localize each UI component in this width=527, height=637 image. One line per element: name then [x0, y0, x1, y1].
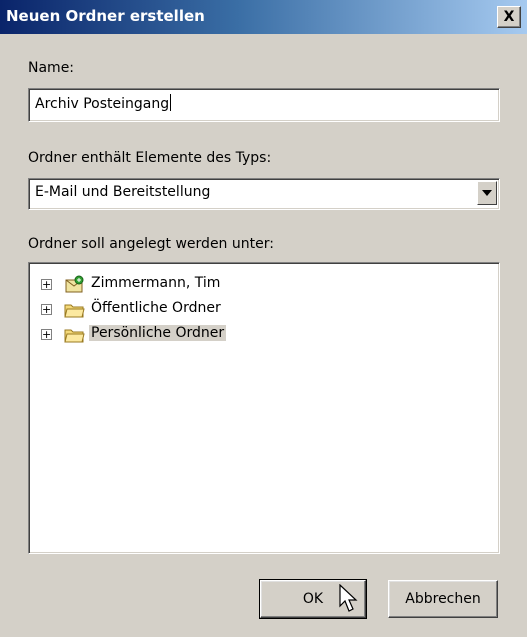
name-input[interactable]: Archiv Posteingang [28, 88, 500, 122]
expand-icon[interactable]: + [41, 279, 52, 290]
title-bar: Neuen Ordner erstellen X [0, 0, 527, 34]
name-input-value: Archiv Posteingang [35, 96, 170, 112]
mailbox-icon [65, 275, 84, 293]
tree-item-label: Öffentliche Ordner [91, 300, 221, 316]
close-button[interactable]: X [497, 6, 521, 28]
type-dropdown[interactable]: E-Mail und Bereitstellung [28, 178, 500, 210]
mouse-pointer-icon [339, 584, 358, 612]
tree-item-label: Zimmermann, Tim [91, 275, 221, 291]
name-label: Name: [28, 60, 75, 76]
type-label: Ordner enthält Elemente des Typs: [28, 150, 272, 166]
dialog-title: Neuen Ordner erstellen [6, 7, 205, 25]
folder-icon [64, 304, 85, 318]
expand-icon[interactable]: + [41, 304, 52, 315]
dropdown-arrow-button[interactable] [477, 181, 497, 205]
tree-item-label: Persönliche Ordner [89, 325, 227, 341]
folder-tree[interactable]: + Zimmermann, Tim + Öffentliche Ordner +… [28, 262, 500, 554]
cancel-button[interactable]: Abbrechen [388, 580, 498, 618]
type-dropdown-value: E-Mail und Bereitstellung [35, 184, 211, 200]
expand-icon[interactable]: + [41, 329, 52, 340]
location-label: Ordner soll angelegt werden unter: [28, 236, 274, 252]
folder-icon [64, 329, 85, 343]
text-caret [170, 94, 172, 111]
